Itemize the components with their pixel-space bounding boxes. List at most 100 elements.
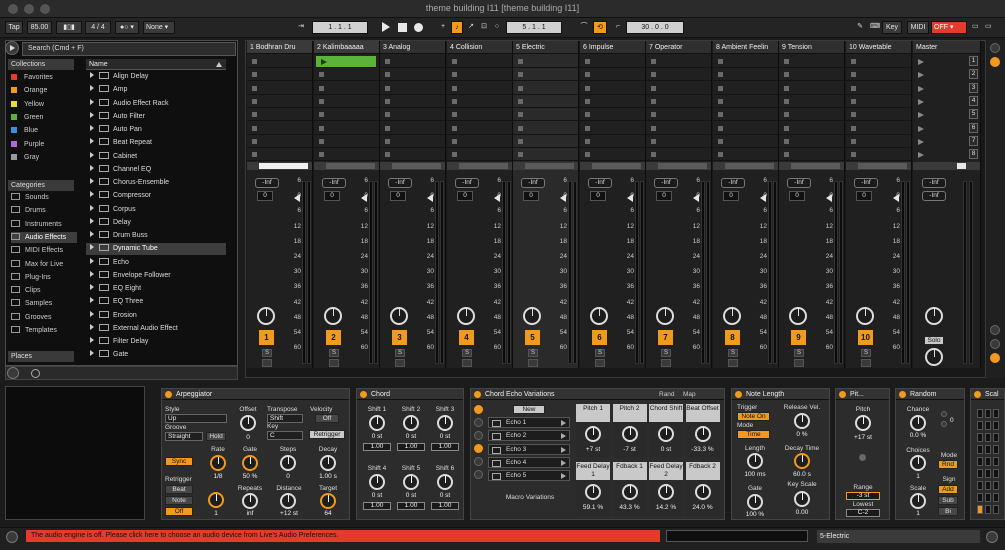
clip-slot[interactable] [314, 149, 379, 162]
collection-item[interactable]: Green [11, 112, 43, 123]
rate-knob[interactable] [210, 455, 226, 471]
clip-slot[interactable] [846, 96, 911, 108]
category-item[interactable]: Grooves [11, 312, 77, 323]
chord-velocity-field[interactable]: 1.00 [363, 443, 391, 451]
master-track-header[interactable]: Master [913, 41, 980, 54]
scale-grid-cell[interactable] [977, 445, 983, 454]
macro-knob[interactable] [585, 426, 601, 442]
key-scale-knob[interactable] [794, 491, 810, 507]
scale-grid-cell[interactable] [977, 433, 983, 442]
clip-slot[interactable] [314, 69, 379, 82]
clip-slot[interactable] [513, 83, 578, 95]
stop-all-clips-icon[interactable] [957, 163, 966, 169]
solo-button[interactable]: S [462, 349, 472, 357]
clip-slot[interactable] [247, 149, 312, 162]
clip-slot[interactable] [513, 109, 578, 122]
category-item[interactable]: Clips [11, 285, 77, 296]
clip-stop-button-icon[interactable] [452, 72, 457, 78]
device-list-item[interactable]: Compressor [86, 190, 226, 202]
track-volume-display[interactable]: 0 [789, 191, 805, 201]
clip-slot[interactable] [713, 123, 778, 135]
chord-shift-knob[interactable] [369, 415, 385, 431]
session-record-icon[interactable]: ○ [491, 21, 503, 34]
arrangement-toggle-icon[interactable] [990, 43, 1000, 53]
macro-show-icon[interactable] [474, 405, 483, 414]
clip-stop-button-icon[interactable] [651, 59, 656, 64]
collection-item[interactable]: Yellow [11, 99, 44, 110]
arm-button[interactable] [395, 359, 405, 367]
pan-knob[interactable] [856, 307, 874, 325]
scale-grid-cell[interactable] [985, 457, 991, 466]
clip-slot[interactable] [247, 96, 312, 108]
pan-knob[interactable] [257, 307, 275, 325]
clip-slot[interactable] [447, 83, 512, 95]
clip-stop-button-icon[interactable] [319, 98, 324, 104]
clip-stop-button-icon[interactable] [851, 125, 856, 131]
scene-number[interactable]: 4 [969, 95, 978, 106]
clip-stop-button-icon[interactable] [651, 98, 656, 104]
clip-slot[interactable] [447, 56, 512, 68]
chord-shift-knob[interactable] [403, 474, 419, 490]
clip-slot[interactable] [513, 149, 578, 162]
preview-headphone-icon[interactable] [7, 367, 19, 379]
clip-slot[interactable] [646, 56, 711, 68]
pan-knob[interactable] [390, 307, 408, 325]
track-stop-area[interactable] [380, 162, 445, 170]
clip-slot[interactable] [380, 149, 445, 162]
expand-arrow-icon[interactable] [90, 257, 94, 264]
expand-arrow-icon[interactable] [90, 178, 94, 184]
sort-arrow-icon[interactable] [216, 62, 222, 67]
expand-arrow-icon[interactable] [90, 231, 94, 237]
clip-slot[interactable] [513, 123, 578, 135]
range-field[interactable]: -3 st [846, 492, 880, 500]
clip-stop-button-icon[interactable] [585, 138, 590, 144]
track-activator-button[interactable]: 3 [392, 330, 407, 345]
clip-slot[interactable] [314, 136, 379, 148]
preview-toggle-icon[interactable] [31, 369, 40, 378]
clip-slot[interactable] [247, 136, 312, 148]
scene-number[interactable]: 3 [969, 82, 978, 93]
track-volume-display[interactable]: 0 [257, 191, 273, 201]
clip-stop-button-icon[interactable] [319, 152, 324, 158]
tempo-field[interactable]: 85.00 [27, 21, 52, 34]
arm-button[interactable] [661, 359, 671, 367]
punch-out-icon[interactable]: ⌐ [612, 21, 624, 34]
expand-arrow-icon[interactable] [90, 323, 94, 330]
offset-knob[interactable] [240, 415, 256, 431]
clip-slot[interactable] [316, 56, 376, 68]
clip-stop-button-icon[interactable] [851, 112, 856, 118]
clip-slot[interactable] [646, 123, 711, 135]
choices-knob[interactable] [910, 455, 926, 471]
clip-slot[interactable] [713, 109, 778, 122]
clip-slot[interactable] [513, 56, 578, 68]
track-stop-button[interactable] [392, 163, 441, 169]
retrigger-beat-button[interactable]: Beat [165, 485, 193, 494]
arm-button[interactable] [794, 359, 804, 367]
device-list-item[interactable]: Auto Pan [86, 124, 226, 136]
track-activator-button[interactable]: 1 [259, 330, 274, 345]
pitch-title[interactable]: Pit... [836, 389, 889, 400]
clip-slot[interactable] [580, 83, 645, 95]
clip-stop-button-icon[interactable] [718, 72, 723, 78]
clip-stop-button-icon[interactable] [252, 112, 257, 118]
macro-label[interactable]: Pitch 2 [612, 404, 647, 422]
expand-arrow-icon[interactable] [90, 98, 94, 105]
scale-grid-cell[interactable] [977, 505, 983, 514]
device-list-item[interactable]: Drum Buss [86, 230, 226, 242]
macro-knob[interactable] [621, 426, 638, 442]
clip-stop-button-icon[interactable] [718, 112, 723, 118]
macro-knob[interactable] [658, 426, 674, 442]
scene-launch-icon[interactable] [918, 152, 924, 159]
clip-stop-button-icon[interactable] [252, 125, 257, 131]
device-list-item[interactable]: Delay [86, 217, 226, 229]
macro-label[interactable]: Feed Delay 1 [576, 462, 610, 480]
category-item[interactable]: Plug-Ins [11, 272, 77, 283]
track-stop-area[interactable] [247, 162, 312, 170]
clip-slot[interactable] [247, 83, 312, 95]
clip-stop-button-icon[interactable] [718, 59, 723, 64]
clip-slot[interactable] [580, 136, 645, 148]
scale-grid-cell[interactable] [977, 481, 983, 490]
category-item[interactable]: MIDI Effects [11, 245, 77, 256]
re-enable-automation-icon[interactable]: ↗ [465, 21, 477, 34]
pan-knob[interactable] [590, 307, 608, 325]
